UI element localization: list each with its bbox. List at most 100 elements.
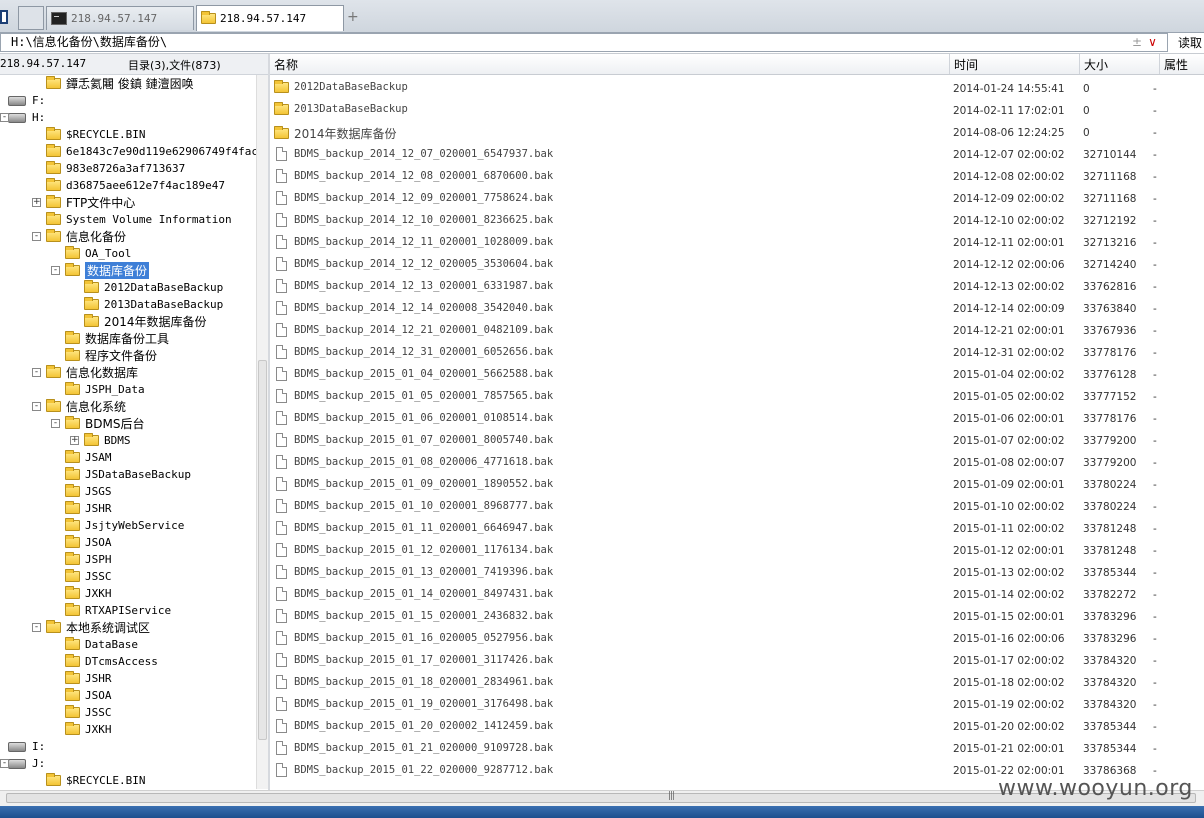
file-row[interactable]: BDMS_backup_2015_01_10_020001_8968777.ba… <box>270 495 1204 517</box>
tree-item[interactable]: JsjtyWebService <box>65 517 184 534</box>
tree-item[interactable]: JSSC <box>65 568 112 585</box>
tree-item[interactable]: 鐔忎氦闀 俊鎮 鏈澶囦唤 <box>46 75 194 92</box>
tree-item[interactable]: 信息化备份 <box>46 228 126 245</box>
file-row[interactable]: BDMS_backup_2014_12_08_020001_6870600.ba… <box>270 165 1204 187</box>
file-row[interactable]: BDMS_backup_2014_12_31_020001_6052656.ba… <box>270 341 1204 363</box>
tree-item[interactable]: System Volume Information <box>46 211 232 228</box>
file-row[interactable]: BDMS_backup_2014_12_09_020001_7758624.ba… <box>270 187 1204 209</box>
path-input[interactable]: H:\信息化备份\数据库备份\ <box>0 33 1168 52</box>
column-time[interactable]: 时间 <box>954 56 978 73</box>
file-row[interactable]: BDMS_backup_2014_12_11_020001_1028009.ba… <box>270 231 1204 253</box>
tree-item[interactable]: BDMS <box>84 432 131 449</box>
window-control-icon[interactable] <box>0 10 8 24</box>
tree-item[interactable]: JXKH <box>65 585 112 602</box>
file-row[interactable]: BDMS_backup_2014_12_13_020001_6331987.ba… <box>270 275 1204 297</box>
file-row[interactable]: BDMS_backup_2014_12_12_020005_3530604.ba… <box>270 253 1204 275</box>
file-row[interactable]: BDMS_backup_2015_01_14_020001_8497431.ba… <box>270 583 1204 605</box>
file-row[interactable]: BDMS_backup_2014_12_07_020001_6547937.ba… <box>270 143 1204 165</box>
tree-item[interactable]: JSPH_Data <box>65 381 145 398</box>
tree-item[interactable]: DataBase <box>65 636 138 653</box>
tree-item[interactable]: 信息化数据库 <box>46 364 138 381</box>
collapse-icon[interactable]: - <box>51 266 60 275</box>
tree-item[interactable]: RTXAPIService <box>65 602 171 619</box>
tree-item[interactable]: 6e1843c7e90d119e62906749f4facc <box>46 143 256 160</box>
collapse-icon[interactable]: - <box>0 759 9 768</box>
column-name[interactable]: 名称 <box>274 56 298 73</box>
expand-icon[interactable]: + <box>70 436 79 445</box>
file-row[interactable]: BDMS_backup_2015_01_08_020006_4771618.ba… <box>270 451 1204 473</box>
new-tab-button[interactable]: + <box>347 9 359 25</box>
tree-item[interactable]: 本地系统调试区 <box>46 619 150 636</box>
collapse-icon[interactable]: - <box>32 402 41 411</box>
column-divider[interactable] <box>949 54 950 74</box>
tree-item[interactable]: 2014年数据库备份 <box>84 313 207 330</box>
file-row[interactable]: BDMS_backup_2014_12_14_020008_3542040.ba… <box>270 297 1204 319</box>
tree-item[interactable]: I: <box>8 738 45 755</box>
column-attr[interactable]: 属性 <box>1164 56 1188 73</box>
tree-scrollbar-thumb[interactable] <box>258 360 267 740</box>
collapse-icon[interactable]: - <box>51 419 60 428</box>
tree-item[interactable]: BDMS后台 <box>65 415 144 432</box>
expand-icon[interactable]: + <box>32 198 41 207</box>
column-divider[interactable] <box>1079 54 1080 74</box>
file-row[interactable]: BDMS_backup_2014_12_10_020001_8236625.ba… <box>270 209 1204 231</box>
tree-item[interactable]: JSOA <box>65 687 112 704</box>
tree-item[interactable]: $RECYCLE.BIN <box>46 772 145 789</box>
tree-item[interactable]: 数据库备份工具 <box>65 330 169 347</box>
tree-item[interactable]: d36875aee612e7f4ac189e47 <box>46 177 225 194</box>
file-row[interactable]: BDMS_backup_2015_01_15_020001_2436832.ba… <box>270 605 1204 627</box>
tree-item[interactable]: H: <box>8 109 45 126</box>
tree-item[interactable]: JSAM <box>65 449 112 466</box>
tab-file-manager[interactable]: 218.94.57.147 <box>196 5 344 31</box>
tree-item[interactable]: 2012DataBaseBackup <box>84 279 223 296</box>
file-row[interactable]: BDMS_backup_2015_01_21_020000_9109728.ba… <box>270 737 1204 759</box>
collapse-icon[interactable]: - <box>0 113 9 122</box>
file-row[interactable]: BDMS_backup_2015_01_13_020001_7419396.ba… <box>270 561 1204 583</box>
column-size[interactable]: 大小 <box>1084 56 1108 73</box>
file-row[interactable]: BDMS_backup_2015_01_04_020001_5662588.ba… <box>270 363 1204 385</box>
file-row[interactable]: BDMS_backup_2015_01_17_020001_3117426.ba… <box>270 649 1204 671</box>
tree-item[interactable]: J: <box>8 755 45 772</box>
collapse-icon[interactable]: - <box>32 232 41 241</box>
file-row[interactable]: BDMS_backup_2015_01_16_020005_0527956.ba… <box>270 627 1204 649</box>
tree-item[interactable]: F: <box>8 92 45 109</box>
file-row[interactable]: 2013DataBaseBackup 2014-02-11 17:02:01 0 - <box>270 99 1204 121</box>
tree-item[interactable]: JSSC <box>65 704 112 721</box>
blank-tab[interactable] <box>18 6 44 30</box>
read-button[interactable]: 读取 <box>1178 34 1202 51</box>
tree-item[interactable]: 信息化系统 <box>46 398 126 415</box>
file-row[interactable]: BDMS_backup_2015_01_20_020002_1412459.ba… <box>270 715 1204 737</box>
tree-item[interactable]: JSHR <box>65 500 112 517</box>
column-divider[interactable] <box>1159 54 1160 74</box>
tree-item[interactable]: OA_Tool <box>65 245 131 262</box>
file-row[interactable]: BDMS_backup_2015_01_07_020001_8005740.ba… <box>270 429 1204 451</box>
tab-terminal[interactable]: 218.94.57.147 <box>46 6 194 30</box>
file-row[interactable]: BDMS_backup_2014_12_21_020001_0482109.ba… <box>270 319 1204 341</box>
tree-item[interactable]: JSPH <box>65 551 112 568</box>
file-row[interactable]: 2012DataBaseBackup 2014-01-24 14:55:41 0 - <box>270 77 1204 99</box>
path-history-icon[interactable]: ± <box>1132 35 1142 49</box>
tree-item[interactable]: 983e8726a3af713637 <box>46 160 185 177</box>
file-row[interactable]: BDMS_backup_2015_01_05_020001_7857565.ba… <box>270 385 1204 407</box>
file-row[interactable]: 2014年数据库备份 2014-08-06 12:24:25 0 - <box>270 121 1204 143</box>
tree-item[interactable]: FTP文件中心 <box>46 194 135 211</box>
file-row[interactable]: BDMS_backup_2015_01_09_020001_1890552.ba… <box>270 473 1204 495</box>
tree-item[interactable]: 2013DataBaseBackup <box>84 296 223 313</box>
file-row[interactable]: BDMS_backup_2015_01_19_020001_3176498.ba… <box>270 693 1204 715</box>
file-row[interactable]: BDMS_backup_2015_01_12_020001_1176134.ba… <box>270 539 1204 561</box>
collapse-icon[interactable]: - <box>32 368 41 377</box>
tree-item[interactable]: 程序文件备份 <box>65 347 157 364</box>
tree-item[interactable]: 数据库备份 <box>65 262 150 279</box>
tree-item[interactable]: JSOA <box>65 534 112 551</box>
file-row[interactable]: BDMS_backup_2015_01_11_020001_6646947.ba… <box>270 517 1204 539</box>
tree-item[interactable]: DTcmsAccess <box>65 653 158 670</box>
file-row[interactable]: BDMS_backup_2015_01_18_020001_2834961.ba… <box>270 671 1204 693</box>
file-row[interactable]: BDMS_backup_2015_01_06_020001_0108514.ba… <box>270 407 1204 429</box>
tree-item[interactable]: JSHR <box>65 670 112 687</box>
tree-item[interactable]: JXKH <box>65 721 112 738</box>
collapse-icon[interactable]: - <box>32 623 41 632</box>
tree-item[interactable]: JSGS <box>65 483 112 500</box>
tree-item[interactable]: JSDataBaseBackup <box>65 466 191 483</box>
chevron-down-icon[interactable]: ∨ <box>1148 35 1157 49</box>
tree-item[interactable]: $RECYCLE.BIN <box>46 126 145 143</box>
